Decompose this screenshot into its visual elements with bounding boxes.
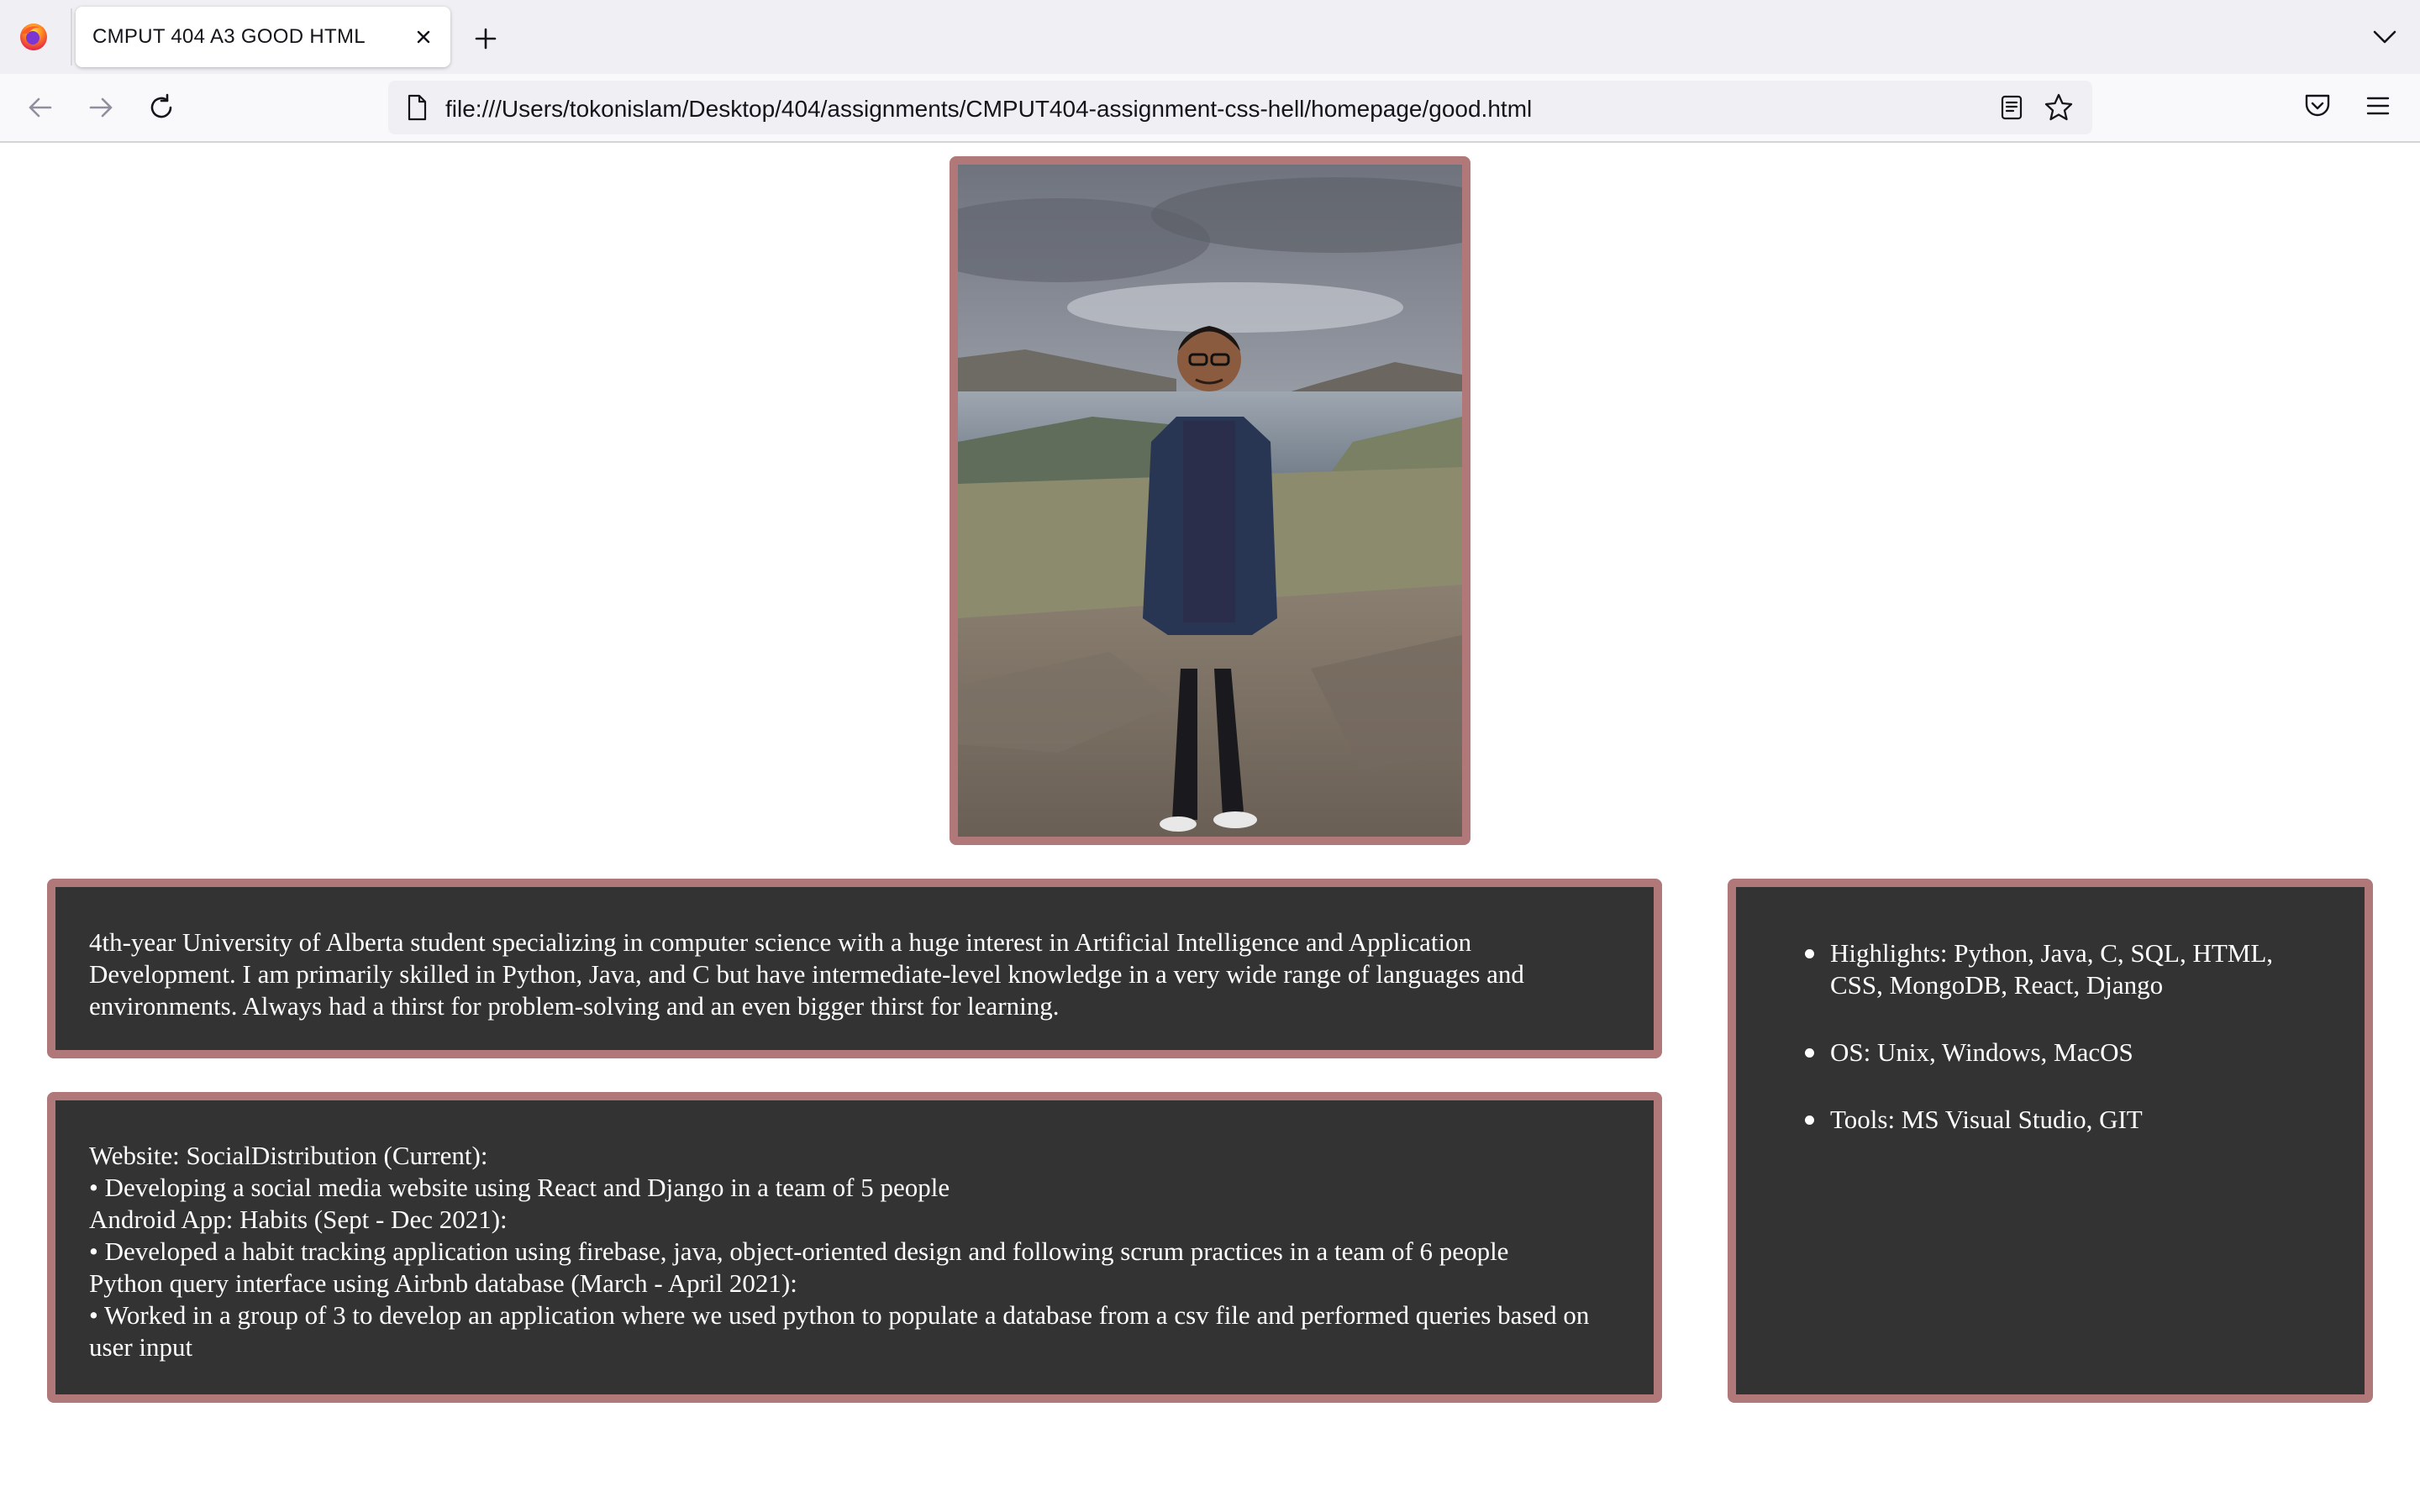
- star-icon[interactable]: [2042, 91, 2075, 124]
- skills-list: Highlights: Python, Java, C, SQL, HTML, …: [1770, 937, 2331, 1136]
- close-icon[interactable]: [408, 22, 439, 52]
- reader-view-icon[interactable]: [1996, 92, 2027, 123]
- skill-item-os: OS: Unix, Windows, MacOS: [1805, 1037, 2331, 1068]
- projects-card: Website: SocialDistribution (Current): •…: [47, 1092, 1662, 1403]
- project-detail-habits: • Developed a habit tracking application…: [89, 1236, 1509, 1266]
- url-bar[interactable]: file:///Users/tokonislam/Desktop/404/ass…: [388, 81, 2092, 134]
- page-icon[interactable]: [402, 92, 432, 123]
- back-arrow-icon[interactable]: [22, 89, 59, 126]
- hamburger-menu-icon[interactable]: [2361, 89, 2395, 123]
- reload-icon[interactable]: [143, 89, 180, 126]
- project-title-socialdistribution: Website: SocialDistribution (Current):: [89, 1141, 488, 1170]
- project-title-habits: Android App: Habits (Sept - Dec 2021):: [89, 1205, 508, 1234]
- skills-card: Highlights: Python, Java, C, SQL, HTML, …: [1728, 879, 2373, 1403]
- pocket-icon[interactable]: [2301, 89, 2334, 123]
- project-title-airbnb: Python query interface using Airbnb data…: [89, 1268, 797, 1298]
- about-text: 4th-year University of Alberta student s…: [89, 927, 1524, 1021]
- tab-title: CMPUT 404 A3 GOOD HTML: [92, 25, 366, 48]
- project-detail-airbnb: • Worked in a group of 3 to develop an a…: [89, 1300, 1590, 1362]
- plus-icon[interactable]: [469, 22, 502, 55]
- profile-photo: [950, 156, 1470, 845]
- skill-item-tools: Tools: MS Visual Studio, GIT: [1805, 1104, 2331, 1136]
- skill-item-text: Highlights: Python, Java, C, SQL, HTML, …: [1830, 938, 2274, 1000]
- project-detail-socialdistribution: • Developing a social media website usin…: [89, 1173, 950, 1202]
- forward-arrow-icon[interactable]: [82, 89, 119, 126]
- about-card: 4th-year University of Alberta student s…: [47, 879, 1662, 1058]
- tab-bar: CMPUT 404 A3 GOOD HTML: [0, 0, 2420, 74]
- bullet-icon: [1805, 949, 1814, 958]
- skill-item-text: OS: Unix, Windows, MacOS: [1830, 1037, 2133, 1067]
- skill-item-highlights: Highlights: Python, Java, C, SQL, HTML, …: [1805, 937, 2331, 1001]
- bullet-icon: [1805, 1116, 1814, 1125]
- firefox-logo[interactable]: [18, 22, 49, 52]
- tab-separator: [71, 8, 72, 66]
- chevron-down-icon[interactable]: [2368, 24, 2402, 50]
- navigation-toolbar: file:///Users/tokonislam/Desktop/404/ass…: [0, 74, 2420, 143]
- tab-active[interactable]: CMPUT 404 A3 GOOD HTML: [76, 7, 450, 67]
- skill-item-text: Tools: MS Visual Studio, GIT: [1830, 1105, 2143, 1134]
- profile-photo-image: [958, 165, 1462, 837]
- url-text[interactable]: file:///Users/tokonislam/Desktop/404/ass…: [445, 96, 1532, 123]
- bullet-icon: [1805, 1048, 1814, 1058]
